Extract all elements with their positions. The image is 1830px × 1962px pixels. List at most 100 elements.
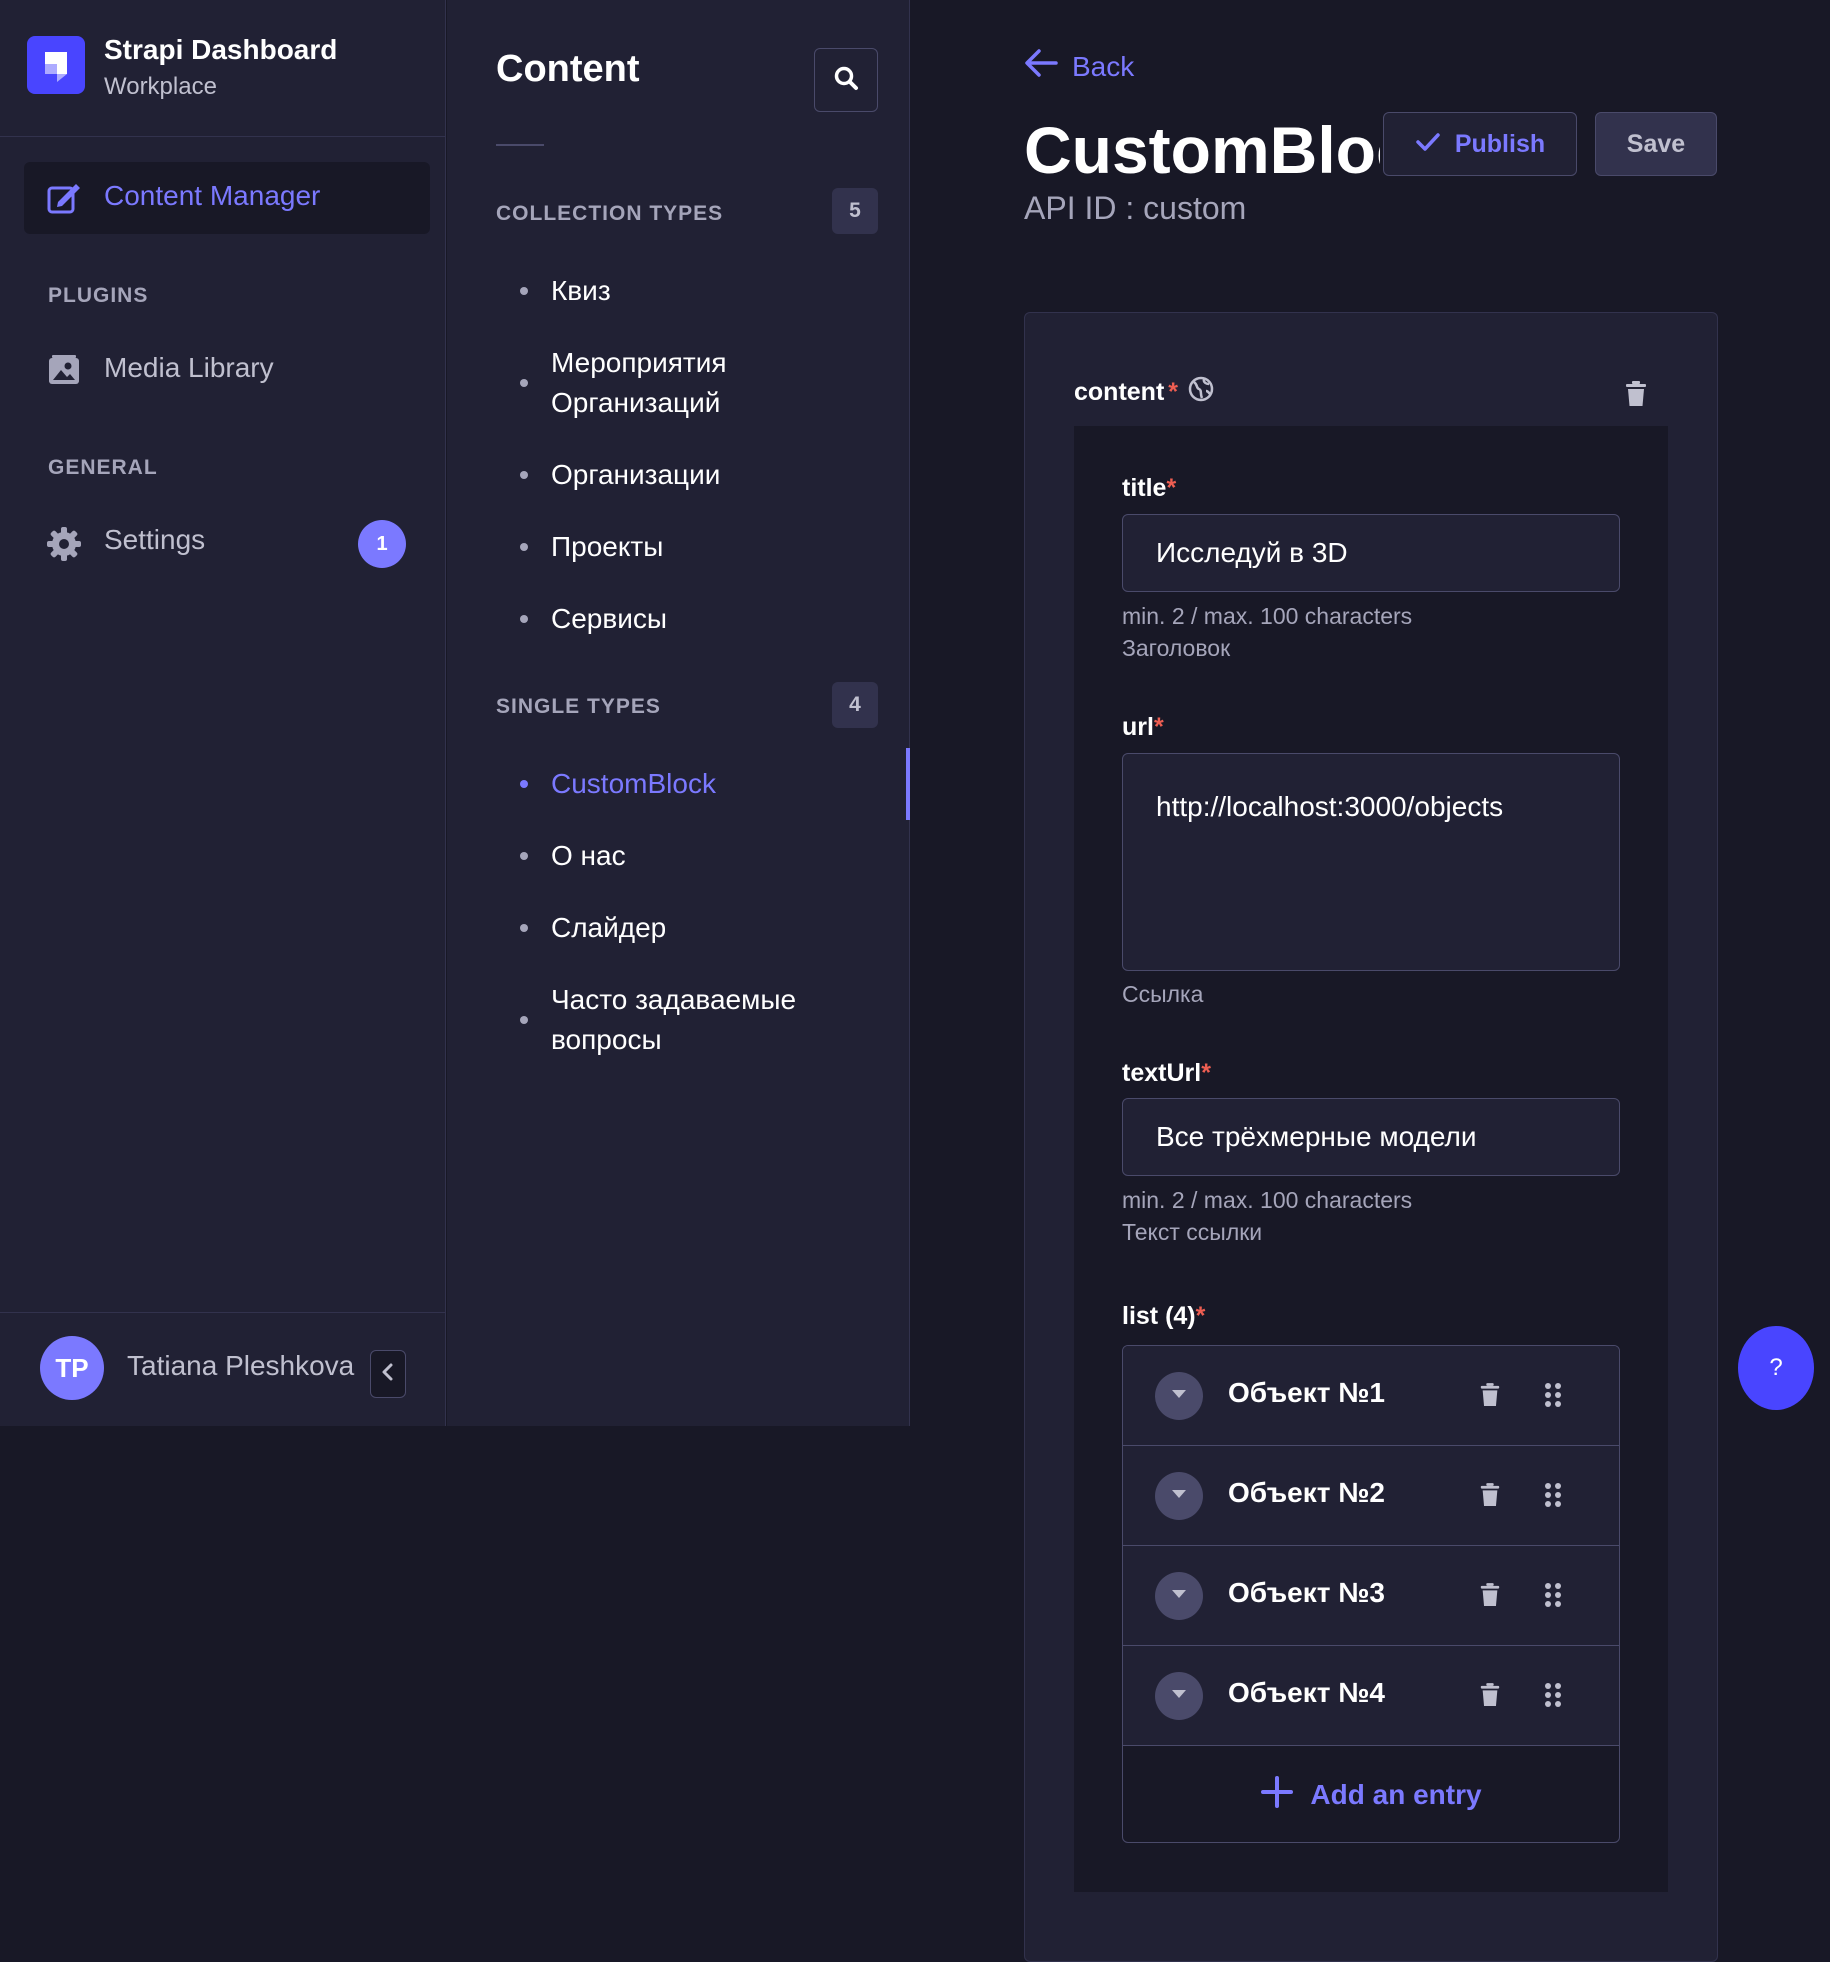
required-marker: * [1168,378,1179,406]
list-entry-label: Объект №1 [1228,1377,1385,1408]
single-item-label: CustomBlock [551,768,716,799]
title-limits-hint: min. 2 / max. 100 characters [1122,603,1413,629]
title-input[interactable]: Исследуй в 3D [1122,514,1620,592]
api-id: API ID : custom [1024,190,1247,226]
trash-icon [1479,1383,1501,1412]
publish-button[interactable]: Publish [1383,112,1577,176]
gear-icon [46,526,82,567]
expand-entry-button[interactable] [1155,1672,1203,1720]
collection-item[interactable]: Организации [447,455,887,495]
settings-notification-badge: 1 [358,520,406,568]
collection-item[interactable]: Проекты [447,527,887,567]
single-item[interactable]: CustomBlock [447,764,887,804]
repeatable-list: Add an entry Объект №1 Объект №2 Объект №3… [1122,1345,1620,1843]
bullet [520,1016,528,1024]
content-manager-icon [46,180,82,221]
single-item[interactable]: Часто задаваемые вопросы [447,980,887,1060]
trash-icon [1479,1483,1501,1512]
required-marker: * [1166,474,1177,502]
drag-handle-button[interactable] [1543,1482,1563,1513]
delete-component-button[interactable] [1624,380,1648,413]
drag-handle-button[interactable] [1543,1682,1563,1713]
search-button[interactable] [814,48,878,112]
bullet [520,924,528,932]
delete-entry-button[interactable] [1479,1682,1501,1713]
avatar[interactable]: TP [40,1336,104,1400]
trash-icon [1624,381,1648,412]
trash-icon [1479,1683,1501,1712]
section-label-single-types: SINGLE TYPES [496,695,661,718]
list-label: list (4)* [1122,1302,1205,1331]
bullet [520,287,528,295]
collection-types-count: 5 [832,188,878,234]
bullet [520,471,528,479]
list-entry[interactable]: Объект №1 [1123,1346,1619,1446]
drag-handle-icon [1543,1383,1563,1412]
arrow-left-icon [1024,48,1058,85]
list-entry-label: Объект №3 [1228,1577,1385,1608]
bullet [520,543,528,551]
single-item-label: Слайдер [551,912,667,943]
main-navigation: Strapi Dashboard Workplace Content Manag… [0,0,446,1426]
required-marker: * [1153,713,1164,741]
single-item-label: Часто задаваемые [551,984,797,1015]
chevron-down-icon [1170,1687,1188,1705]
list-entry[interactable]: Объект №2 [1123,1446,1619,1546]
delete-entry-button[interactable] [1479,1382,1501,1413]
drag-handle-button[interactable] [1543,1382,1563,1413]
back-link[interactable]: Back [1024,48,1134,85]
expand-entry-button[interactable] [1155,1572,1203,1620]
add-entry-label: Add an entry [1310,1779,1482,1810]
texturl-label: textUrl* [1122,1059,1211,1088]
list-label-text: list (4) [1122,1302,1196,1330]
save-button[interactable]: Save [1595,112,1717,176]
delete-entry-button[interactable] [1479,1582,1501,1613]
nav-item-settings[interactable]: Settings 1 [24,514,430,576]
nav-label-content-manager: Content Manager [104,180,321,211]
expand-entry-button[interactable] [1155,1372,1203,1420]
texturl-input[interactable]: Все трёхмерные модели [1122,1098,1620,1176]
delete-entry-button[interactable] [1479,1482,1501,1513]
help-button[interactable]: ? [1738,1326,1814,1410]
chevron-down-icon [1170,1387,1188,1405]
collection-item-label: Сервисы [551,603,668,634]
required-marker: * [1201,1059,1211,1087]
expand-entry-button[interactable] [1155,1472,1203,1520]
divider [0,136,446,137]
section-label-collection-types: COLLECTION TYPES [496,202,724,225]
url-description: Ссылка [1122,981,1204,1007]
subnav-title: Content [496,48,640,90]
url-textarea[interactable]: http://localhost:3000/objects [1122,753,1620,971]
add-entry-button[interactable]: Add an entry [1123,1746,1619,1842]
collection-item[interactable]: Сервисы [447,599,887,639]
chevron-left-icon [380,1362,396,1387]
title-label-text: title [1122,474,1167,502]
strapi-logo-icon[interactable] [27,36,85,94]
drag-handle-button[interactable] [1543,1582,1563,1613]
user-name[interactable]: Tatiana Pleshkova [127,1350,354,1382]
active-indicator [906,748,910,820]
bullet [520,780,528,788]
list-entry[interactable]: Объект №3 [1123,1546,1619,1646]
bullet [520,852,528,860]
bullet [520,615,528,623]
url-label-text: url [1122,713,1154,741]
collapse-nav-button[interactable] [370,1350,406,1398]
list-entry-label: Объект №4 [1228,1677,1385,1708]
nav-item-media-library[interactable]: Media Library [24,342,430,404]
list-entry[interactable]: Объект №4 [1123,1646,1619,1746]
collection-item-label: Проекты [551,531,664,562]
collection-item[interactable]: Квиз [447,271,887,311]
divider [496,144,544,146]
drag-handle-icon [1543,1683,1563,1712]
component-label: content * [1074,376,1214,409]
section-label-plugins: PLUGINS [48,284,149,307]
title-label: title* [1122,474,1176,503]
single-item[interactable]: Слайдер [447,908,887,948]
page-title: CustomBlock [1024,113,1380,187]
nav-item-content-manager[interactable]: Content Manager [24,162,430,234]
collection-item[interactable]: Мероприятия Организаций [447,343,887,423]
single-item[interactable]: О нас [447,836,887,876]
content-subnav: Content COLLECTION TYPES 5 Квиз Мероприят… [447,0,910,1426]
check-icon [1415,130,1441,159]
